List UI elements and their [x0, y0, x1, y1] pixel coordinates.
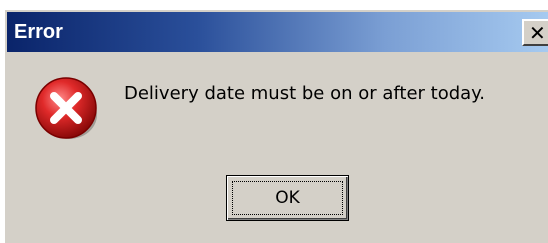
- title-bar[interactable]: Error ✕: [7, 12, 548, 52]
- error-message: Delivery date must be on or after today.: [124, 83, 485, 104]
- close-icon: ✕: [529, 21, 546, 45]
- ok-button[interactable]: OK: [226, 175, 349, 221]
- error-icon: [35, 77, 97, 139]
- close-button[interactable]: ✕: [522, 19, 548, 46]
- error-dialog: Error ✕ Delivery date must be on or afte…: [4, 9, 548, 243]
- dialog-title: Error: [14, 21, 63, 43]
- ok-button-label: OK: [275, 188, 300, 208]
